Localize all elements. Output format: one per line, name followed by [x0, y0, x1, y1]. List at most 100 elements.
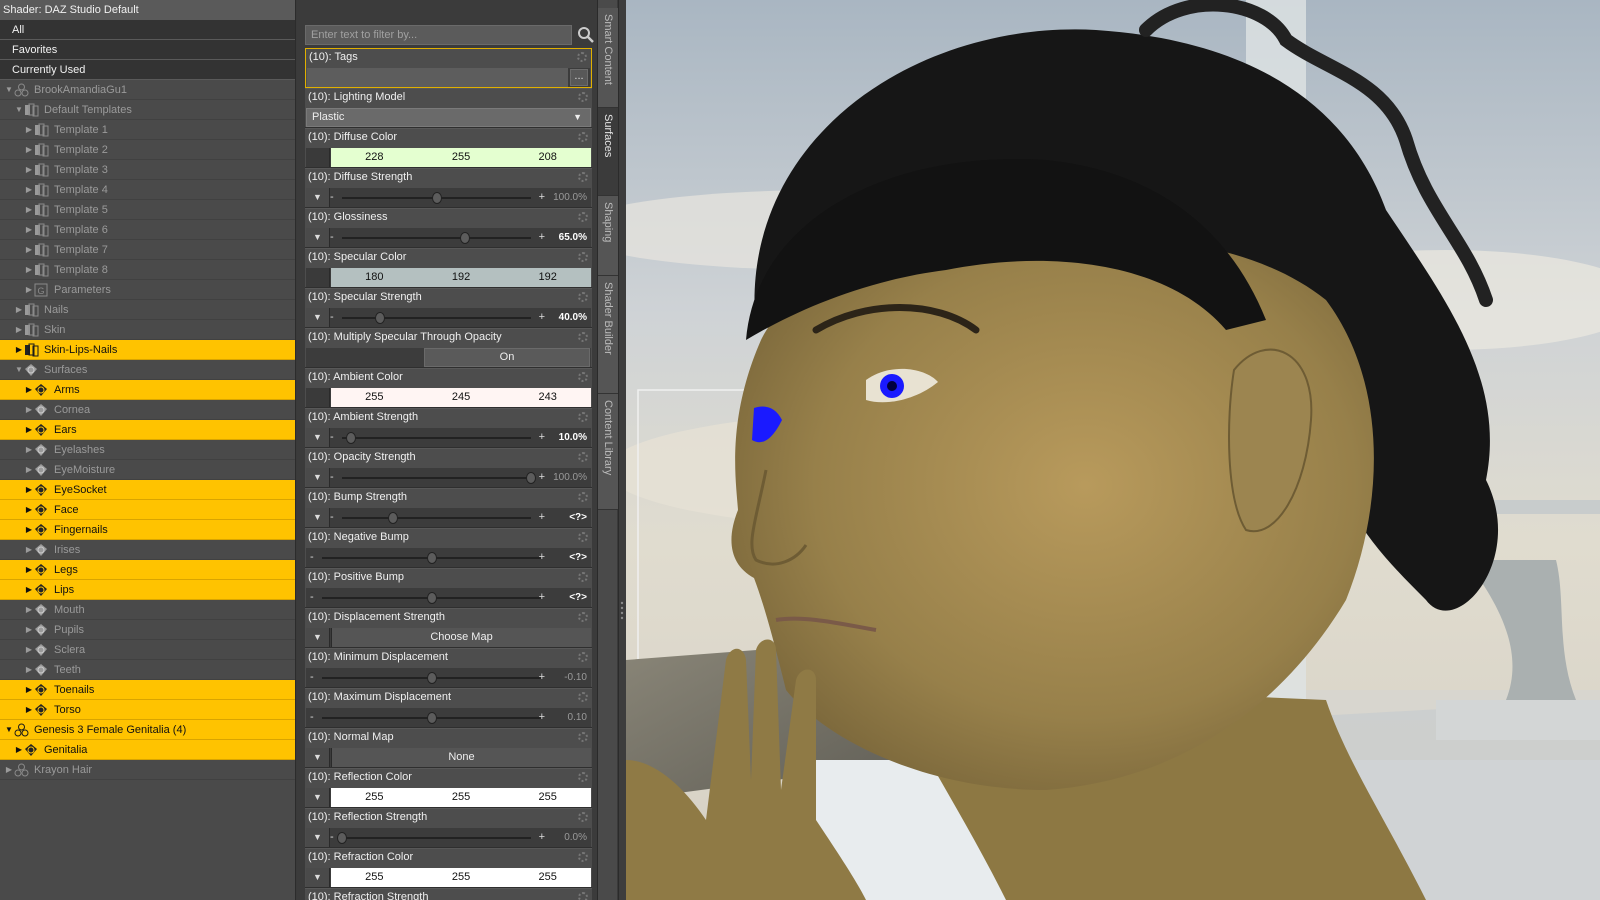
color-channel-blue[interactable]: 208 [504, 148, 591, 167]
chevron-right-icon[interactable]: ▶ [24, 580, 34, 600]
slider-knob[interactable] [337, 832, 347, 844]
color-channel-green[interactable]: 255 [418, 788, 505, 807]
increment-icon[interactable]: + [539, 188, 545, 207]
gear-icon[interactable] [578, 212, 588, 222]
slider-knob[interactable] [526, 472, 536, 484]
tree-item-template-8[interactable]: ▶ Template 8 [0, 260, 295, 280]
value-slider[interactable] [322, 712, 541, 724]
tree-item-template-3[interactable]: ▶ Template 3 [0, 160, 295, 180]
slider-value[interactable]: 65.0% [559, 228, 587, 247]
value-slider[interactable] [337, 832, 531, 844]
tree-item-torso[interactable]: ▶ Torso [0, 700, 295, 720]
slider-knob[interactable] [431, 192, 442, 204]
filter-currently-used[interactable]: Currently Used [0, 60, 295, 80]
color-channel-blue[interactable]: 192 [504, 268, 591, 287]
chevron-right-icon[interactable]: ▶ [24, 380, 34, 400]
color-swatch[interactable] [306, 388, 330, 407]
value-slider[interactable] [342, 192, 531, 204]
chevron-down-icon[interactable]: ▼ [14, 100, 24, 120]
chevron-right-icon[interactable]: ▶ [24, 460, 34, 480]
slider-value[interactable]: <?> [569, 548, 587, 567]
chevron-right-icon[interactable]: ▶ [14, 740, 24, 760]
filter-favorites[interactable]: Favorites [0, 40, 295, 60]
decrement-icon[interactable]: - [330, 428, 334, 447]
increment-icon[interactable]: + [539, 468, 545, 487]
value-slider[interactable] [342, 232, 531, 244]
tree-item-mouth[interactable]: ▶ Mouth [0, 600, 295, 620]
tree-item-pupils[interactable]: ▶ Pupils [0, 620, 295, 640]
gear-icon[interactable] [578, 652, 588, 662]
slider-knob[interactable] [374, 312, 385, 324]
value-slider[interactable] [342, 432, 531, 444]
decrement-icon[interactable]: - [310, 588, 314, 607]
decrement-icon[interactable]: - [330, 508, 334, 527]
tree-item-face[interactable]: ▶ Face [0, 500, 295, 520]
chevron-right-icon[interactable]: ▶ [24, 700, 34, 720]
chevron-right-icon[interactable]: ▶ [24, 500, 34, 520]
lighting-model-dropdown[interactable]: Plastic ▼ [306, 108, 591, 127]
tree-item-genitalia[interactable]: ▶ Genitalia [0, 740, 295, 760]
expand-caret-icon[interactable]: ▼ [306, 748, 330, 767]
slider-knob[interactable] [426, 672, 437, 684]
gear-icon[interactable] [578, 92, 588, 102]
chevron-right-icon[interactable]: ▶ [24, 540, 34, 560]
chevron-right-icon[interactable]: ▶ [24, 620, 34, 640]
tree-item-teeth[interactable]: ▶ Teeth [0, 660, 295, 680]
tree-item-template-5[interactable]: ▶ Template 5 [0, 200, 295, 220]
decrement-icon[interactable]: - [330, 828, 334, 847]
increment-icon[interactable]: + [539, 548, 545, 567]
tab-smart-content[interactable]: Smart Content [598, 8, 618, 108]
color-channel-red[interactable]: 255 [331, 868, 418, 887]
color-channel-blue[interactable]: 255 [504, 868, 591, 887]
chevron-right-icon[interactable]: ▶ [24, 240, 34, 260]
chevron-right-icon[interactable]: ▶ [24, 140, 34, 160]
tree-item-fingernails[interactable]: ▶ Fingernails [0, 520, 295, 540]
chevron-right-icon[interactable]: ▶ [24, 520, 34, 540]
tree-item-skin[interactable]: ▶ Skin [0, 320, 295, 340]
tree-item-template-7[interactable]: ▶ Template 7 [0, 240, 295, 260]
color-channel-red[interactable]: 255 [331, 388, 418, 407]
gear-icon[interactable] [578, 332, 588, 342]
gear-icon[interactable] [578, 492, 588, 502]
value-slider[interactable] [322, 552, 541, 564]
tree-item-genesis-3-female-genitalia-4[interactable]: ▼ Genesis 3 Female Genitalia (4) [0, 720, 295, 740]
tree-item-lips[interactable]: ▶ Lips [0, 580, 295, 600]
slider-value[interactable]: 100.0% [553, 468, 587, 487]
color-values[interactable]: 180 192 192 [331, 268, 591, 287]
gear-icon[interactable] [577, 52, 587, 62]
toggle-button[interactable]: On [424, 348, 590, 367]
slider-knob[interactable] [426, 712, 437, 724]
slider-knob[interactable] [426, 592, 437, 604]
gear-icon[interactable] [578, 812, 588, 822]
chevron-right-icon[interactable]: ▶ [24, 200, 34, 220]
chevron-right-icon[interactable]: ▶ [24, 220, 34, 240]
expand-caret-icon[interactable]: ▼ [306, 828, 330, 847]
tags-browse-button[interactable]: ... [570, 69, 588, 86]
tree-item-nails[interactable]: ▶ Nails [0, 300, 295, 320]
gear-icon[interactable] [578, 612, 588, 622]
gear-icon[interactable] [578, 732, 588, 742]
tree-item-default-templates[interactable]: ▼ Default Templates [0, 100, 295, 120]
value-slider[interactable] [342, 312, 531, 324]
increment-icon[interactable]: + [539, 828, 545, 847]
color-swatch[interactable] [306, 268, 330, 287]
color-swatch[interactable] [306, 148, 330, 167]
chevron-right-icon[interactable]: ▶ [24, 680, 34, 700]
value-slider[interactable] [342, 512, 531, 524]
value-slider[interactable] [342, 472, 536, 484]
image-map-button[interactable]: Choose Map [331, 628, 591, 647]
color-channel-green[interactable]: 255 [418, 148, 505, 167]
tree-item-template-4[interactable]: ▶ Template 4 [0, 180, 295, 200]
gear-icon[interactable] [578, 772, 588, 782]
increment-icon[interactable]: + [539, 228, 545, 247]
chevron-right-icon[interactable]: ▶ [24, 160, 34, 180]
color-channel-red[interactable]: 255 [331, 788, 418, 807]
gear-icon[interactable] [578, 252, 588, 262]
chevron-right-icon[interactable]: ▶ [24, 480, 34, 500]
slider-value[interactable]: 40.0% [559, 308, 587, 327]
expand-caret-icon[interactable]: ▼ [306, 468, 330, 487]
tree-item-brookamandiagu1[interactable]: ▼ BrookAmandiaGu1 [0, 80, 295, 100]
slider-knob[interactable] [388, 512, 399, 524]
pane-splitter[interactable] [618, 0, 626, 900]
slider-value[interactable]: 10.0% [559, 428, 587, 447]
